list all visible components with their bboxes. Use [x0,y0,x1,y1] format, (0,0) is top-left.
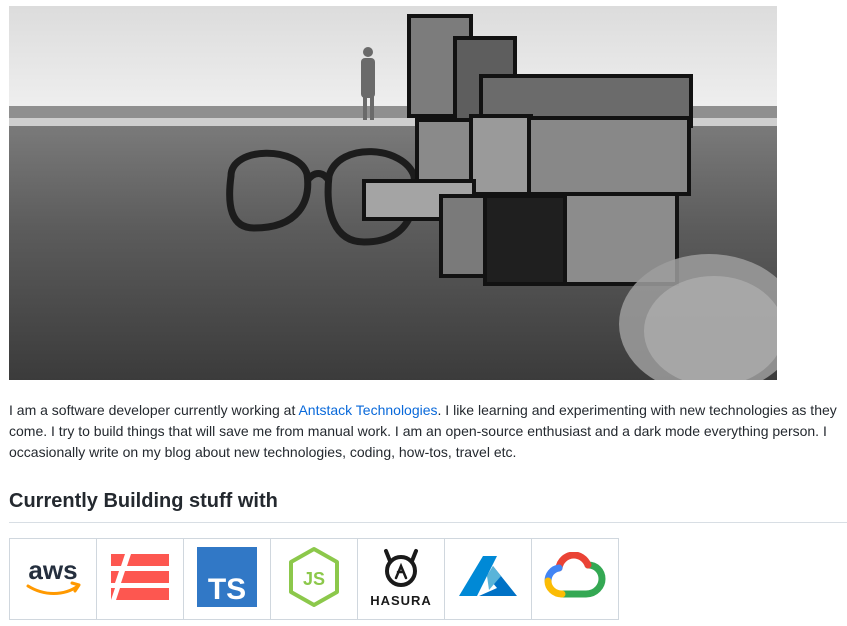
section-title: Currently Building stuff with [9,488,847,523]
tech-cell-serverless [96,538,184,620]
nodejs-icon: JS [289,546,339,607]
tech-cell-typescript: TS [183,538,271,620]
bio-text-before: I am a software developer currently work… [9,402,299,418]
aws-icon-label: aws [28,555,77,585]
google-cloud-icon [544,551,606,597]
hasura-icon-label: HASURA [370,593,432,608]
bio-paragraph: I am a software developer currently work… [9,400,847,463]
nodejs-icon-label: JS [303,569,325,589]
tech-cell-azure [444,538,532,620]
tech-cell-google-cloud [531,538,619,620]
tech-cell-hasura: HASURA [357,538,445,620]
hero-image [9,6,777,380]
tech-cell-nodejs: JS [270,538,358,620]
tech-logo-table: aws TS JS HASURA [9,538,619,620]
tech-cell-aws: aws [9,538,97,620]
rubiks-cube-beach-photo [9,6,777,380]
hasura-icon: HASURA [370,548,432,608]
typescript-icon: TS [197,546,257,607]
azure-icon [459,555,517,596]
serverless-icon [111,553,169,600]
aws-icon: aws [26,555,81,595]
typescript-icon-label: TS [208,573,246,606]
antstack-link[interactable]: Antstack Technologies [298,402,437,418]
